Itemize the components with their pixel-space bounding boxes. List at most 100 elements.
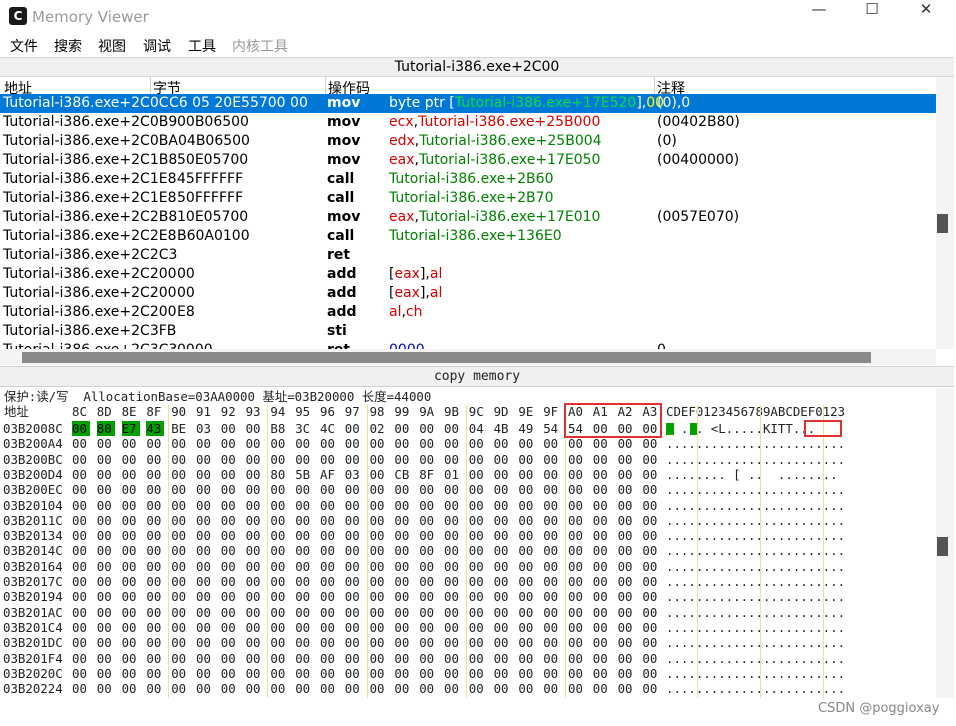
hex-byte[interactable]: 00 — [543, 574, 561, 589]
hex-byte[interactable]: 00 — [146, 436, 164, 451]
hex-byte[interactable]: 03 — [345, 467, 363, 482]
hex-row[interactable]: 03B2014C 00 00 00 00 00 00 00 00 00 00 00 00 00 00 00 00… — [0, 543, 936, 558]
hex-byte[interactable]: 00 — [419, 589, 437, 604]
hex-byte[interactable]: 00 — [419, 666, 437, 681]
hex-byte[interactable]: 00 — [419, 513, 437, 528]
hex-byte[interactable]: 00 — [97, 589, 115, 604]
hex-byte[interactable]: 00 — [345, 482, 363, 497]
hex-byte[interactable]: 3C — [295, 421, 313, 436]
hex-byte[interactable]: 00 — [196, 528, 214, 543]
hex-byte[interactable]: 00 — [543, 528, 561, 543]
hex-byte[interactable]: 00 — [568, 651, 586, 666]
hex-byte[interactable]: 49 — [518, 421, 536, 436]
hex-byte[interactable]: 00 — [518, 574, 536, 589]
hex-byte[interactable]: 00 — [221, 421, 239, 436]
menu-file[interactable]: 文件 — [10, 36, 38, 56]
disasm-row[interactable]: Tutorial-i386.exe+2C2C3 ret — [0, 246, 936, 265]
hex-byte[interactable]: 00 — [568, 681, 586, 696]
hex-byte[interactable]: 00 — [146, 559, 164, 574]
hex-row[interactable]: 03B20194 00 00 00 00 00 00 00 00 00 00 00 00 00 00 00 00… — [0, 589, 936, 604]
hex-byte[interactable]: 00 — [419, 436, 437, 451]
hex-byte[interactable]: 00 — [543, 559, 561, 574]
hex-byte[interactable]: 00 — [394, 605, 412, 620]
hex-view[interactable]: 保护:读/写 AllocationBase=03AA0000 基址=03B200… — [0, 388, 936, 698]
hex-byte[interactable]: 00 — [568, 513, 586, 528]
disasm-row[interactable]: Tutorial-i386.exe+2C0BA 04B06500 mov edx,T… — [0, 132, 936, 151]
hex-byte[interactable]: 00 — [97, 559, 115, 574]
hex-byte[interactable]: 00 — [494, 513, 512, 528]
hex-byte[interactable]: 00 — [593, 528, 611, 543]
hex-byte[interactable]: 00 — [345, 513, 363, 528]
hex-byte[interactable]: 00 — [345, 543, 363, 558]
menu-tools[interactable]: 工具 — [188, 36, 216, 56]
hex-row[interactable]: 03B2020C 00 00 00 00 00 00 00 00 00 00 00 00 00 00 00 00… — [0, 666, 936, 681]
hex-byte[interactable]: 00 — [196, 574, 214, 589]
hex-byte[interactable]: 00 — [72, 452, 90, 467]
hex-byte[interactable]: 00 — [221, 681, 239, 696]
disasm-row[interactable]: Tutorial-i386.exe+2C2B8 10E05700 mov eax,T… — [0, 208, 936, 227]
hex-byte[interactable]: 00 — [295, 681, 313, 696]
hex-byte[interactable]: 00 — [469, 543, 487, 558]
hex-byte[interactable]: 00 — [370, 574, 388, 589]
hex-byte[interactable]: 00 — [270, 651, 288, 666]
hex-byte[interactable]: 00 — [295, 559, 313, 574]
hex-byte[interactable]: 00 — [370, 651, 388, 666]
hex-byte[interactable]: 00 — [419, 574, 437, 589]
hex-byte[interactable]: 00 — [72, 589, 90, 604]
hex-byte[interactable]: AF — [320, 467, 338, 482]
hex-byte[interactable]: 00 — [146, 589, 164, 604]
hex-byte[interactable]: 00 — [469, 589, 487, 604]
hex-byte[interactable]: 00 — [494, 543, 512, 558]
hex-byte[interactable]: 00 — [518, 452, 536, 467]
hex-byte[interactable]: 00 — [593, 559, 611, 574]
hex-byte[interactable]: 00 — [171, 620, 189, 635]
hex-byte[interactable]: 00 — [394, 666, 412, 681]
hex-byte[interactable]: 00 — [171, 605, 189, 620]
hex-byte[interactable]: 00 — [568, 482, 586, 497]
hex-byte[interactable]: 00 — [295, 651, 313, 666]
hex-byte[interactable]: 00 — [518, 559, 536, 574]
hex-row[interactable]: 03B2017C 00 00 00 00 00 00 00 00 00 00 00 00 00 00 00 00… — [0, 574, 936, 589]
hex-byte[interactable]: 00 — [593, 635, 611, 650]
hex-byte[interactable]: 00 — [568, 528, 586, 543]
hex-byte[interactable]: 00 — [518, 589, 536, 604]
hex-byte[interactable]: 00 — [196, 681, 214, 696]
hex-byte[interactable]: 00 — [345, 620, 363, 635]
hex-row[interactable]: 03B200A4 00 00 00 00 00 00 00 00 00 00 00 00 00 00 00 00… — [0, 436, 936, 451]
hex-byte[interactable]: 00 — [419, 452, 437, 467]
hex-byte[interactable]: 00 — [196, 543, 214, 558]
hex-byte[interactable]: 00 — [97, 666, 115, 681]
hex-row[interactable]: 03B200D4 00 00 00 00 00 00 00 00 80 5B AF 03 00 CB 8F 01… — [0, 467, 936, 482]
hex-byte[interactable]: 00 — [543, 651, 561, 666]
hex-byte[interactable]: 00 — [270, 498, 288, 513]
hex-byte[interactable]: 00 — [295, 620, 313, 635]
hex-byte[interactable]: 00 — [444, 651, 462, 666]
hex-byte[interactable]: 00 — [246, 589, 264, 604]
hex-byte[interactable]: 00 — [469, 651, 487, 666]
hex-byte[interactable]: 4B — [494, 421, 512, 436]
hex-byte[interactable]: 00 — [221, 666, 239, 681]
hex-byte[interactable]: 00 — [320, 559, 338, 574]
header-divider[interactable] — [325, 77, 326, 95]
hex-byte[interactable]: 00 — [419, 498, 437, 513]
hex-byte[interactable]: 00 — [72, 482, 90, 497]
hex-byte[interactable]: 00 — [196, 452, 214, 467]
hex-byte[interactable]: 00 — [295, 528, 313, 543]
hex-byte[interactable]: 00 — [394, 589, 412, 604]
hex-byte[interactable]: 00 — [494, 559, 512, 574]
hex-byte[interactable]: 00 — [543, 467, 561, 482]
hex-byte[interactable]: 00 — [518, 513, 536, 528]
hex-byte[interactable]: 00 — [246, 666, 264, 681]
hex-byte[interactable]: 00 — [246, 436, 264, 451]
hex-byte[interactable]: 00 — [345, 498, 363, 513]
hex-byte[interactable]: 00 — [642, 620, 660, 635]
hex-byte[interactable]: 00 — [469, 498, 487, 513]
hex-byte[interactable]: 00 — [246, 635, 264, 650]
hex-byte[interactable]: 00 — [196, 498, 214, 513]
hex-byte[interactable]: 00 — [543, 513, 561, 528]
hex-byte[interactable]: 00 — [444, 589, 462, 604]
hex-byte[interactable]: 00 — [444, 421, 462, 436]
hex-byte[interactable]: 00 — [221, 513, 239, 528]
hex-byte[interactable]: 00 — [171, 498, 189, 513]
hex-byte[interactable]: 00 — [221, 498, 239, 513]
